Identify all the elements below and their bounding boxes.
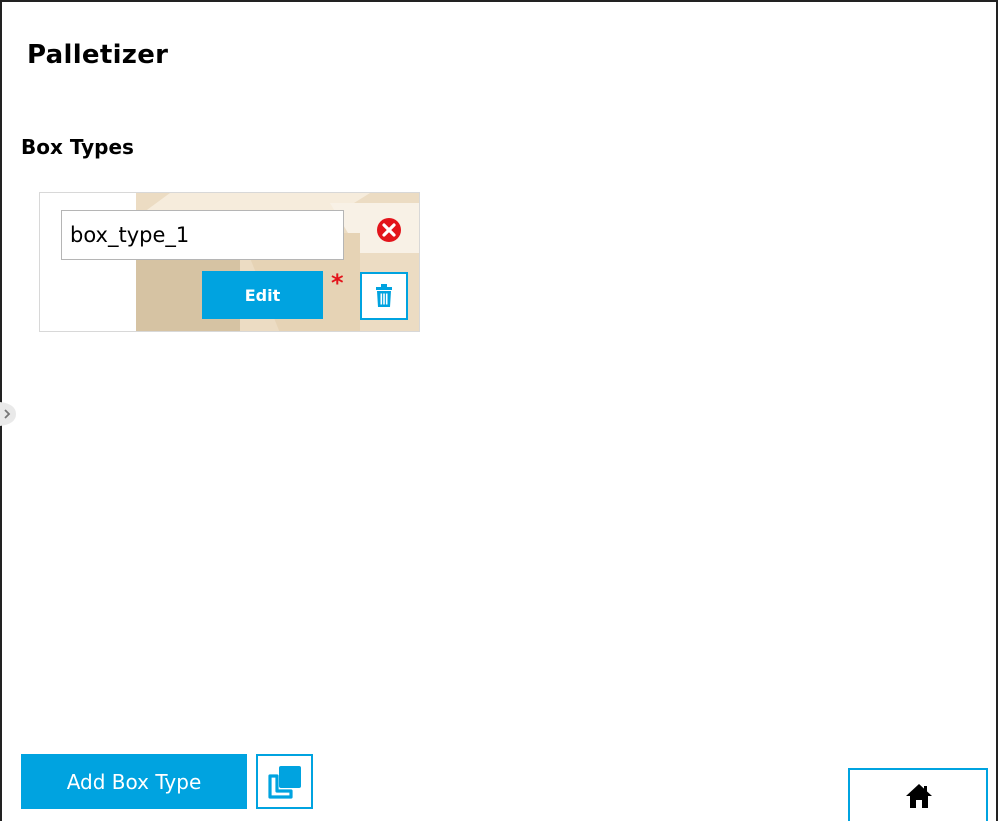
edit-button[interactable]: Edit [202, 271, 323, 319]
home-button[interactable] [848, 768, 988, 821]
remove-circle-icon[interactable] [375, 216, 403, 244]
program-node-frame [0, 0, 998, 821]
delete-box-type-button[interactable] [360, 272, 408, 320]
box-type-name-input[interactable] [61, 210, 344, 260]
add-box-type-button[interactable]: Add Box Type [21, 754, 247, 809]
copy-box-type-button[interactable] [256, 754, 313, 809]
copy-icon [268, 766, 301, 799]
required-asterisk: * [331, 269, 344, 297]
trash-icon [376, 284, 392, 307]
box-type-card: Edit * [39, 192, 420, 332]
page-title: Palletizer [27, 40, 169, 70]
home-icon [906, 784, 932, 808]
section-title-box-types: Box Types [21, 135, 134, 159]
collapse-handle-icon[interactable] [0, 400, 18, 428]
